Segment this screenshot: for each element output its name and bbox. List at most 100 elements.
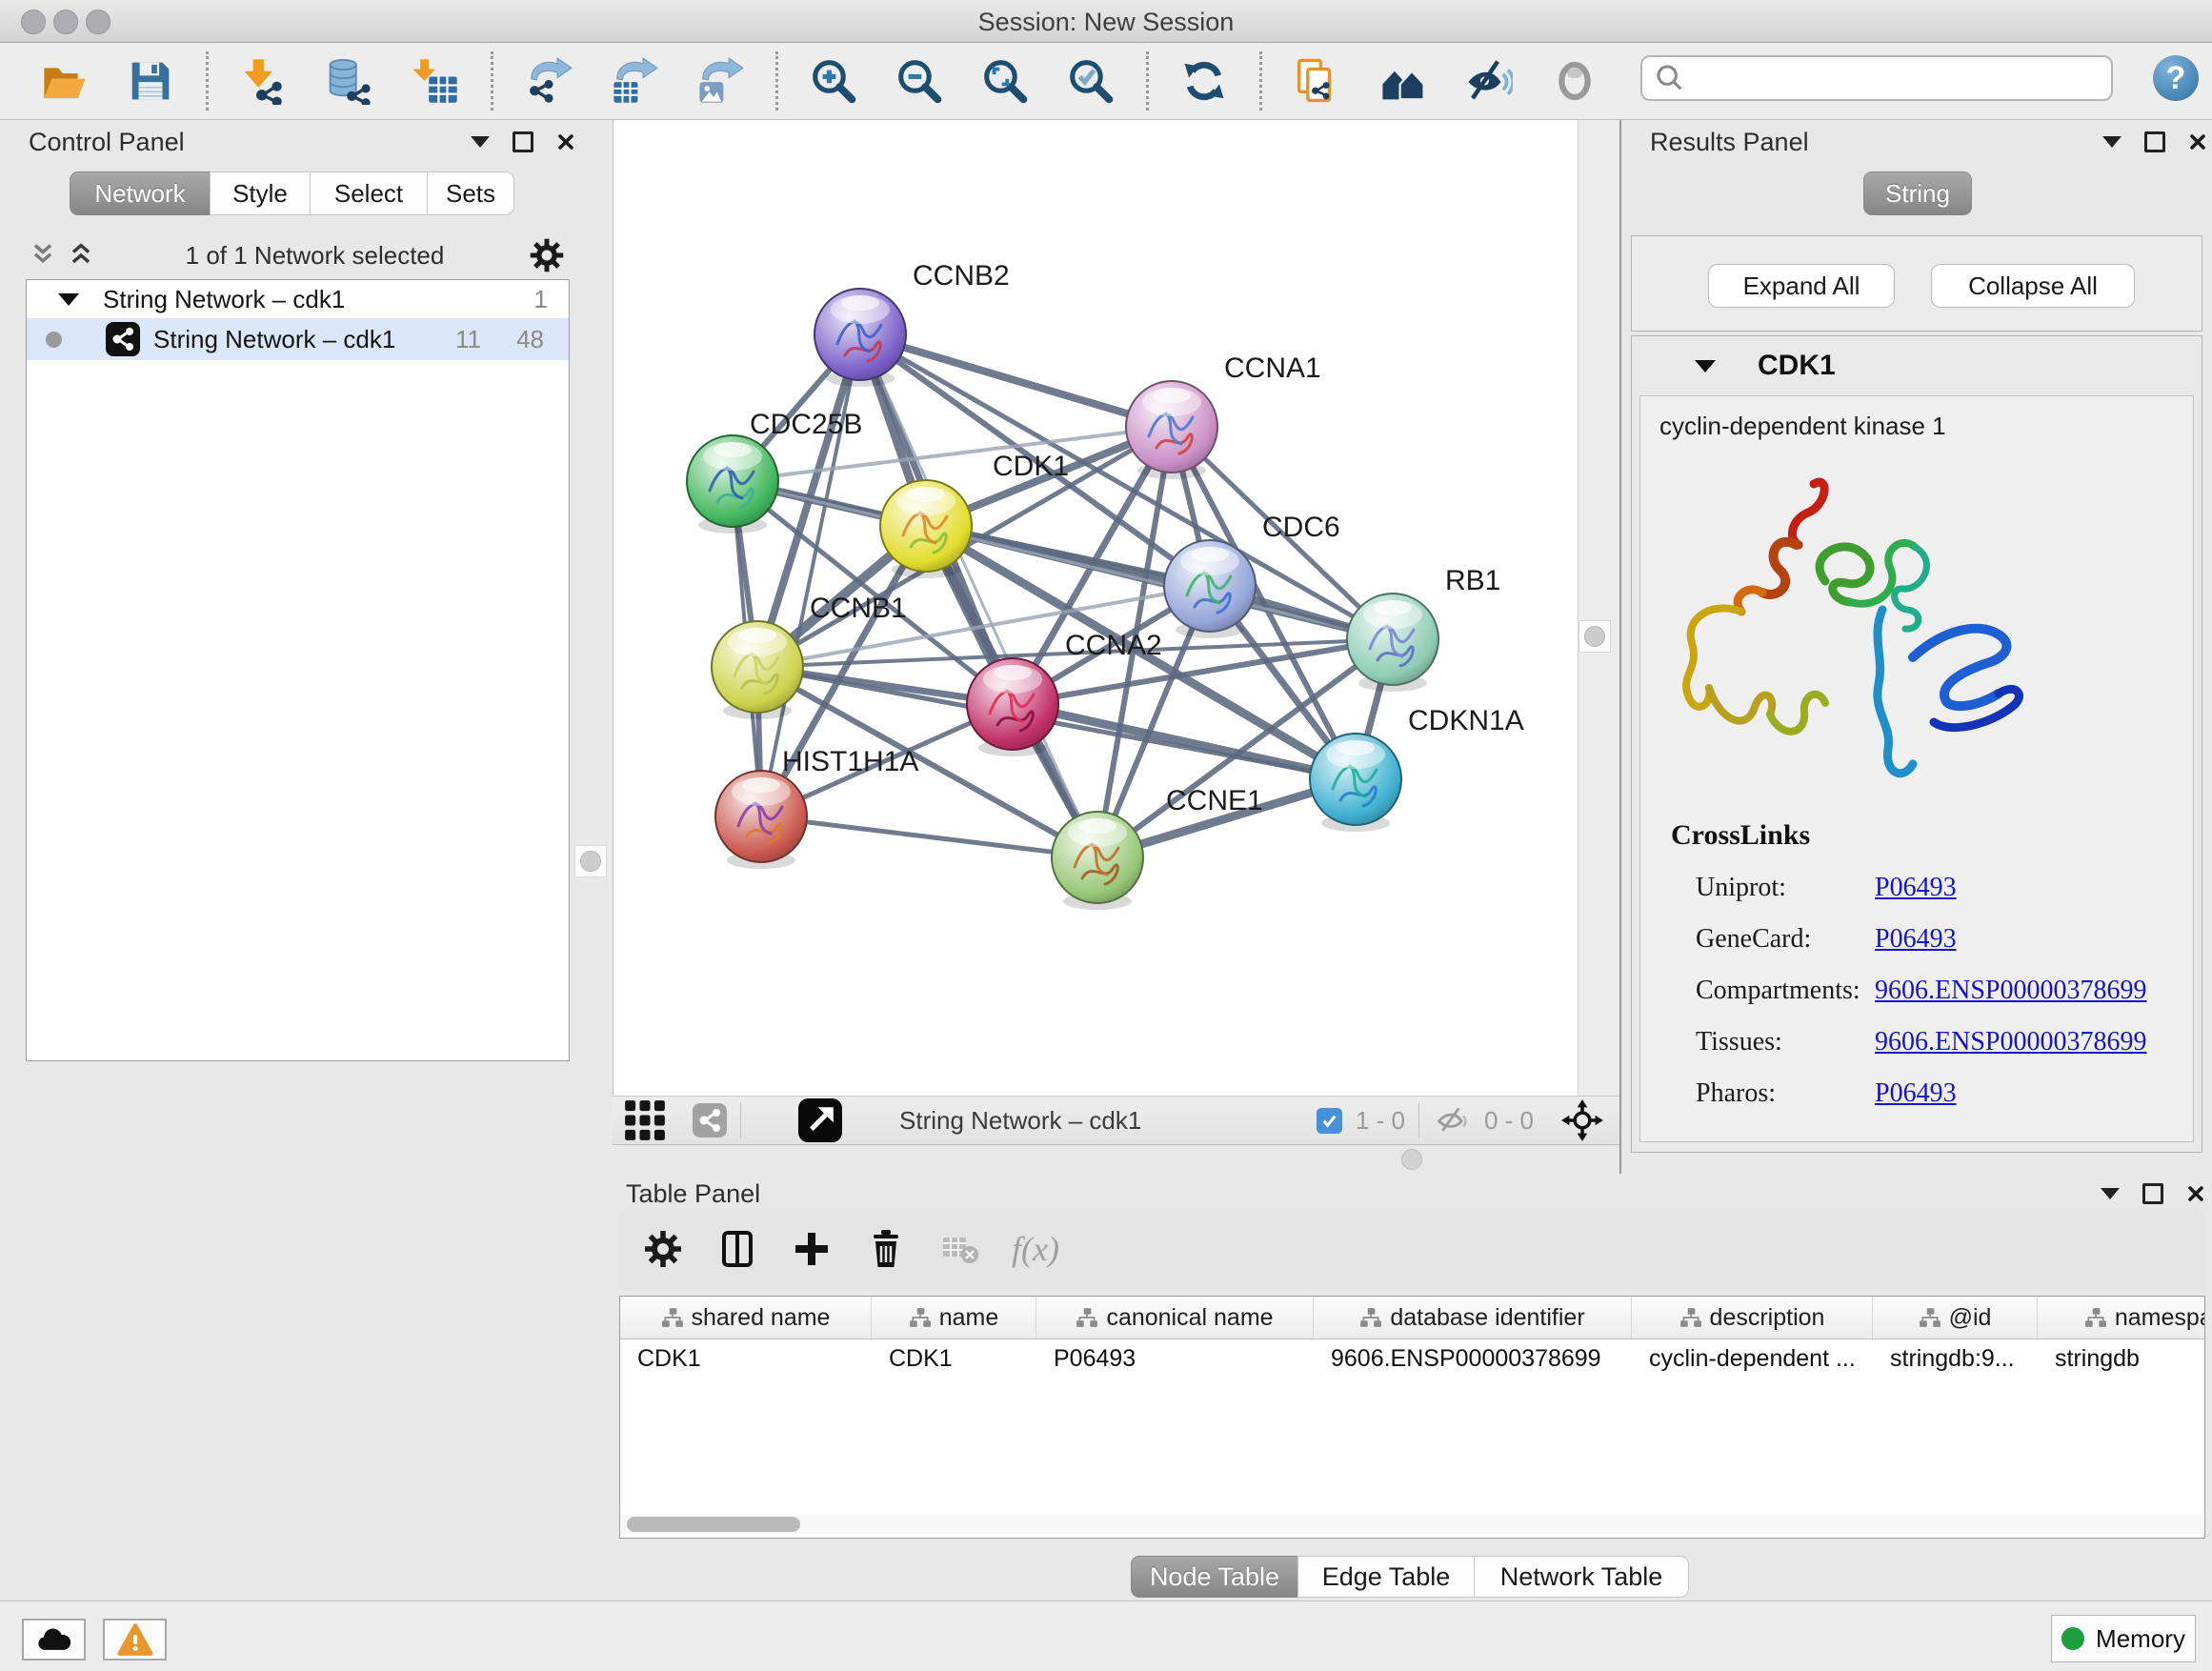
refresh-icon[interactable] (1177, 54, 1231, 108)
column-header-database-identifier[interactable]: database identifier (1314, 1297, 1632, 1339)
expand-all-button[interactable]: Expand All (1708, 264, 1895, 308)
crosslink-row: Uniprot:P06493 (1696, 873, 2193, 903)
open-folder-icon[interactable] (38, 54, 91, 108)
tab-edge-table[interactable]: Edge Table (1297, 1556, 1475, 1598)
import-network-icon[interactable] (237, 54, 291, 108)
network-collection-row[interactable]: String Network – cdk1 1 (27, 280, 569, 318)
hide-graphics-details-icon[interactable] (1462, 54, 1516, 108)
home-icon[interactable] (1377, 54, 1430, 108)
import-table-icon[interactable] (409, 54, 462, 108)
tab-string[interactable]: String (1863, 171, 1972, 215)
table-cell[interactable]: stringdb:9... (1873, 1345, 2038, 1373)
grid-view-icon[interactable] (624, 1099, 666, 1141)
scrollbar-thumb[interactable] (627, 1517, 800, 1532)
tab-node-table[interactable]: Node Table (1131, 1556, 1298, 1598)
export-network-icon[interactable] (522, 54, 575, 108)
add-column-icon[interactable] (789, 1226, 835, 1272)
node-CDC25B[interactable] (687, 435, 778, 534)
column-header-canonical-name[interactable]: canonical name (1036, 1297, 1314, 1339)
column-header-shared-name[interactable]: shared name (620, 1297, 872, 1339)
search-field[interactable] (1640, 55, 2113, 101)
warnings-button[interactable] (103, 1619, 167, 1661)
table-cell[interactable]: P06493 (1036, 1345, 1314, 1373)
network-row-selected[interactable]: String Network – cdk1 11 48 (27, 318, 569, 360)
crosslink-link[interactable]: P06493 (1875, 1078, 1957, 1109)
network-view-icon[interactable] (693, 1103, 727, 1137)
save-session-icon[interactable] (124, 54, 177, 108)
panel-menu-icon[interactable] (2101, 1188, 2120, 1199)
zoom-out-icon[interactable] (893, 54, 946, 108)
crosslink-row: Tissues:9606.ENSP00000378699 (1696, 1027, 2193, 1057)
crosslink-link[interactable]: 9606.ENSP00000378699 (1875, 976, 2146, 1006)
panel-float-icon[interactable] (2144, 131, 2165, 152)
right-splitter-handle[interactable] (1579, 620, 1611, 653)
bottom-splitter-handle[interactable] (1401, 1149, 1422, 1170)
memory-button[interactable]: Memory (2051, 1615, 2196, 1662)
table-cell[interactable]: CDK1 (872, 1345, 1036, 1373)
table-cell[interactable]: cyclin-dependent ... (1632, 1345, 1873, 1373)
panel-menu-icon[interactable] (471, 136, 490, 148)
table-cell[interactable]: 9606.ENSP00000378699 (1314, 1345, 1632, 1373)
open-session-file-icon[interactable] (1291, 54, 1344, 108)
tab-style[interactable]: Style (210, 171, 311, 215)
fit-selected-crosshair-icon[interactable] (1560, 1098, 1604, 1142)
tab-network-table[interactable]: Network Table (1474, 1556, 1689, 1598)
table-cell[interactable]: CDK1 (620, 1345, 872, 1373)
node-HIST1H1A[interactable] (715, 771, 807, 869)
table-cell[interactable]: stringdb (2038, 1345, 2205, 1373)
detach-view-icon[interactable] (798, 1098, 842, 1142)
node-CCNE1[interactable] (1052, 812, 1143, 910)
export-image-icon[interactable] (694, 54, 747, 108)
table-horizontal-scrollbar[interactable] (621, 1515, 2203, 1534)
column-header-name[interactable]: name (872, 1297, 1036, 1339)
crosslink-link[interactable]: P06493 (1875, 924, 1957, 955)
selected-nodes-checkbox[interactable] (1317, 1108, 1342, 1134)
collection-expand-icon[interactable] (58, 293, 79, 306)
network-options-gear-icon[interactable] (528, 236, 566, 274)
gene-collapse-icon[interactable] (1695, 360, 1716, 372)
crosslink-label: Pharos: (1696, 1078, 1875, 1109)
crosslink-link[interactable]: P06493 (1875, 873, 1957, 903)
node-CCNB1[interactable] (712, 621, 803, 719)
export-table-icon[interactable] (608, 54, 661, 108)
show-graphics-icon[interactable] (1548, 54, 1601, 108)
search-input[interactable] (1686, 58, 2111, 98)
table-settings-gear-icon[interactable] (640, 1226, 686, 1272)
panel-close-icon[interactable] (556, 132, 575, 151)
help-button[interactable]: ? (2153, 55, 2199, 101)
gene-section-header[interactable]: CDK1 (1632, 336, 2202, 395)
panel-float-icon[interactable] (2142, 1183, 2163, 1204)
network-selection-status: 1 of 1 Network selected (102, 241, 528, 271)
expand-all-chevrons-icon[interactable] (26, 241, 60, 270)
network-canvas[interactable]: CCNB2CCNA1CDC25BCDK1CDC6RB1CCNB1CCNA2CDK… (613, 120, 1578, 1096)
panel-close-icon[interactable] (2186, 1184, 2205, 1203)
crosslink-link[interactable]: 9606.ENSP00000378699 (1875, 1027, 2146, 1057)
tab-sets[interactable]: Sets (427, 171, 514, 215)
status-bar: Memory (0, 1601, 2212, 1671)
tab-network[interactable]: Network (70, 171, 211, 215)
node-CCNA1[interactable] (1126, 381, 1217, 479)
node-RB1[interactable] (1347, 594, 1438, 692)
delete-column-icon[interactable] (863, 1226, 909, 1272)
panel-close-icon[interactable] (2188, 132, 2207, 151)
control-panel-tabs: NetworkStyleSelectSets (70, 171, 514, 215)
zoom-in-icon[interactable] (807, 54, 860, 108)
table-panel: Table Panel f(x) shared (613, 1174, 2212, 1601)
column-header-description[interactable]: description (1632, 1297, 1873, 1339)
table-row[interactable]: CDK1CDK1P064939606.ENSP00000378699cyclin… (620, 1339, 2204, 1378)
zoom-selected-icon[interactable] (1064, 54, 1117, 108)
tab-select[interactable]: Select (310, 171, 428, 215)
cloud-button[interactable] (22, 1619, 86, 1661)
column-header--id[interactable]: @id (1873, 1297, 2038, 1339)
search-icon (1654, 62, 1686, 94)
column-header-namespace[interactable]: namespace (2038, 1297, 2205, 1339)
show-columns-icon[interactable] (714, 1226, 760, 1272)
collapse-all-chevrons-icon[interactable] (64, 241, 98, 270)
zoom-fit-icon[interactable] (978, 54, 1032, 108)
node-CDKN1A[interactable] (1310, 734, 1401, 832)
left-splitter-handle[interactable] (574, 845, 607, 877)
panel-float-icon[interactable] (513, 131, 533, 152)
import-database-icon[interactable] (323, 54, 376, 108)
collapse-all-button[interactable]: Collapse All (1931, 264, 2135, 308)
panel-menu-icon[interactable] (2102, 136, 2122, 148)
